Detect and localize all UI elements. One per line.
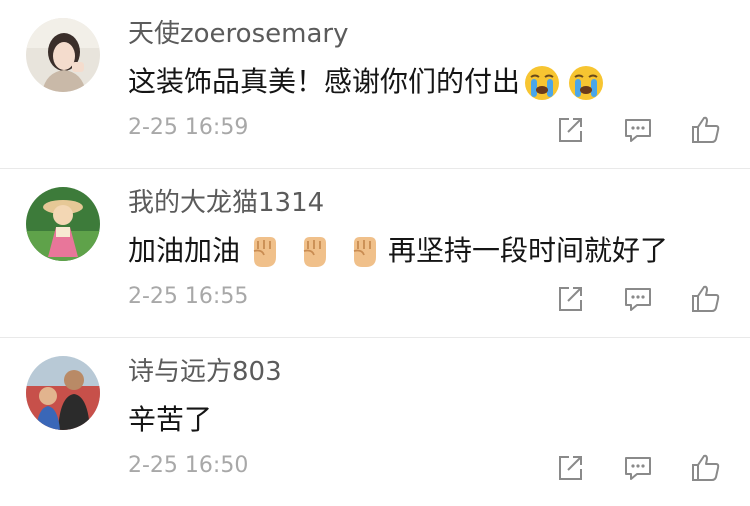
comment-username[interactable]: 我的大龙猫1314 [128, 185, 324, 221]
comment-item: 天使zoerosemary 这装饰品真美！感谢你们的付出 2-25 16:59 [0, 0, 750, 168]
comment-text-part: 辛苦了 [128, 403, 213, 436]
raised-fist-icon [344, 231, 384, 271]
like-icon[interactable] [688, 112, 724, 148]
share-icon[interactable] [552, 450, 588, 486]
like-icon[interactable] [688, 450, 724, 486]
comment-text: 辛苦了 [128, 400, 212, 440]
raised-fist-icon [244, 231, 284, 271]
avatar[interactable] [26, 18, 100, 92]
comment-username[interactable]: 天使zoerosemary [128, 16, 348, 52]
comment-text: 加油加油 再坚持一段时间就好了 [128, 231, 668, 271]
comment-actions [520, 450, 724, 486]
comment-actions [520, 281, 724, 317]
avatar[interactable] [26, 356, 100, 430]
share-icon[interactable] [552, 112, 588, 148]
comment-time: 2-25 16:55 [128, 284, 249, 309]
comment-icon[interactable] [620, 281, 656, 317]
raised-fist-icon [294, 231, 334, 271]
crying-face-icon [566, 62, 606, 102]
comment-text-part: 加油加油 [128, 234, 241, 267]
comment-username[interactable]: 诗与远方803 [128, 354, 282, 390]
comment-time: 2-25 16:50 [128, 453, 249, 478]
comment-text-part: 再坚持一段时间就好了 [388, 234, 669, 267]
comment-item: 诗与远方803 辛苦了 2-25 16:50 [0, 337, 750, 506]
avatar[interactable] [26, 187, 100, 261]
crying-face-icon [522, 62, 562, 102]
share-icon[interactable] [552, 281, 588, 317]
comment-icon[interactable] [620, 450, 656, 486]
comment-text-part: 这装饰品真美！感谢你们的付出 [128, 65, 521, 98]
comment-icon[interactable] [620, 112, 656, 148]
comment-text: 这装饰品真美！感谢你们的付出 [128, 62, 608, 102]
comment-time: 2-25 16:59 [128, 115, 249, 140]
comment-item: 我的大龙猫1314 加油加油 再坚持一段时间就好了 2-25 16:55 [0, 168, 750, 337]
like-icon[interactable] [688, 281, 724, 317]
comment-actions [520, 112, 724, 148]
